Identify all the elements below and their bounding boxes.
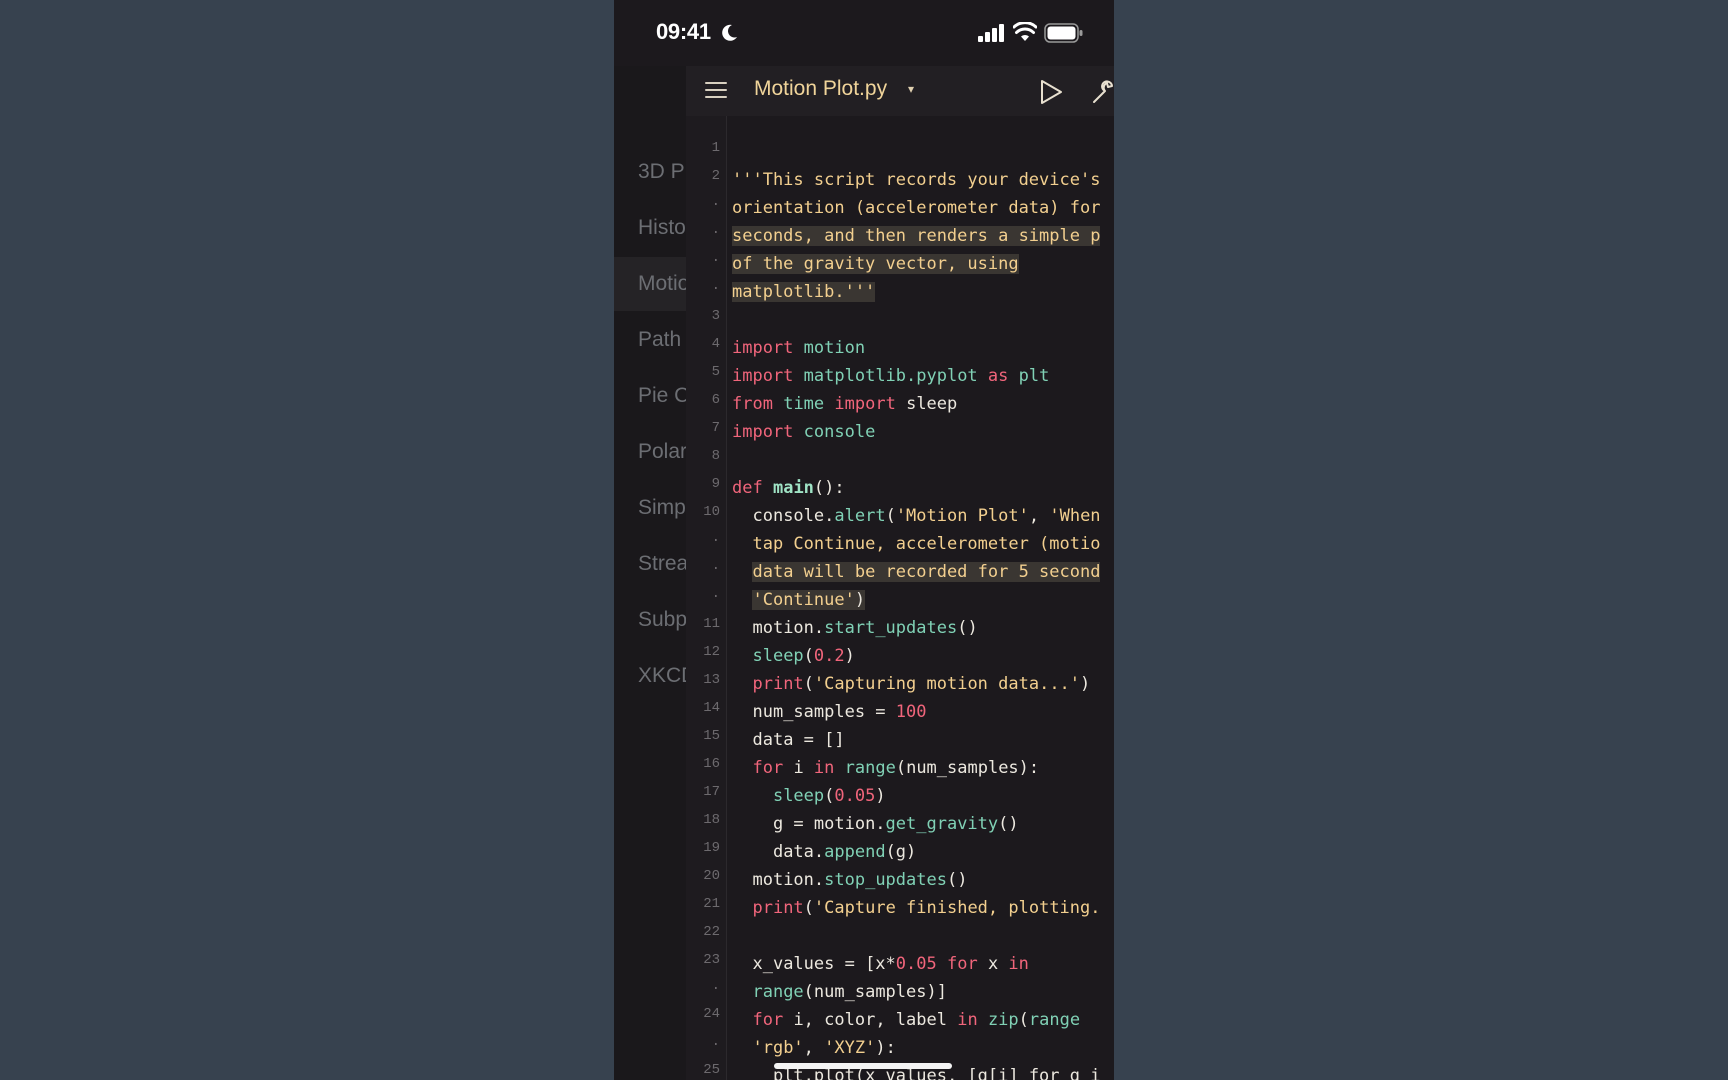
moon-icon: [722, 24, 737, 41]
code-line: tap Continue, accelerometer (motio: [752, 534, 1101, 554]
sidebar-item-path[interactable]: Path: [614, 313, 686, 367]
sidebar-item-3d-plot[interactable]: 3D Plot: [614, 145, 686, 199]
code-line: data.append(g): [772, 842, 917, 862]
code-line: num_samples = 100: [752, 702, 927, 722]
code-line: orientation (accelerometer data) for: [732, 198, 1101, 218]
code-line: data will be recorded for 5 second: [752, 562, 1101, 582]
status-time: 09:41: [656, 19, 711, 44]
sidebar-item-motion-plot[interactable]: Motion Plot: [614, 257, 686, 311]
sidebar-item-histogram[interactable]: Histogram: [614, 201, 686, 255]
file-sidebar: 3D Plot Histogram Motion Plot Path Pie C…: [614, 66, 686, 1080]
code-line: import motion: [732, 338, 866, 358]
code-line: print('Capture finished, plotting.: [752, 898, 1101, 918]
code-text-area[interactable]: '''This script records your device's ori…: [686, 66, 1114, 1080]
sidebar-item-subplots[interactable]: Subplots: [614, 593, 686, 647]
code-line: motion.stop_updates(): [752, 870, 968, 890]
status-bar: 09:41: [614, 0, 1114, 66]
code-line: for i in range(num_samples):: [752, 758, 1040, 778]
sidebar-item-pie-chart[interactable]: Pie Chart: [614, 369, 686, 423]
code-line: of the gravity vector, using: [732, 254, 1019, 274]
code-line: x_values = [x*0.05 for x in: [752, 954, 1029, 974]
cellular-signal-icon: [978, 24, 1004, 42]
phone-screen: 09:41 3D Plot Histogram Motion Plot Path…: [614, 0, 1114, 1080]
home-indicator[interactable]: [774, 1063, 952, 1069]
code-line: range(num_samples)]: [752, 982, 947, 1002]
code-editor: Motion Plot.py ▾ 1 2 . . . . 3 4 5 6 7 8…: [686, 66, 1114, 1080]
code-line: console.alert('Motion Plot', 'When: [752, 506, 1101, 526]
code-line: def main():: [732, 478, 845, 498]
code-line: import console: [732, 422, 876, 442]
code-line: sleep(0.05): [772, 786, 886, 806]
sidebar-item-stream[interactable]: Stream: [614, 537, 686, 591]
battery-icon: [1044, 23, 1083, 43]
code-line: from time import sleep: [732, 394, 958, 414]
code-line: '''This script records your device's: [732, 170, 1101, 190]
sidebar-item-polar[interactable]: Polar: [614, 425, 686, 479]
sidebar-item-xkcd[interactable]: XKCD: [614, 649, 686, 703]
code-line: 'Continue'): [752, 590, 866, 610]
code-line: seconds, and then renders a simple p: [732, 226, 1101, 246]
wifi-icon: [1013, 22, 1037, 41]
code-line: matplotlib.''': [732, 282, 876, 302]
code-line: print('Capturing motion data...'): [752, 674, 1091, 694]
sidebar-item-simple[interactable]: Simple: [614, 481, 686, 535]
code-line: import matplotlib.pyplot as plt: [732, 366, 1050, 386]
code-line: motion.start_updates(): [752, 618, 978, 638]
code-line: for i, color, label in zip(range: [752, 1010, 1081, 1030]
code-line: g = motion.get_gravity(): [772, 814, 1019, 834]
code-line: 'rgb', 'XYZ'):: [752, 1038, 896, 1058]
code-line: sleep(0.2): [752, 646, 855, 666]
code-line: data = []: [752, 730, 845, 750]
